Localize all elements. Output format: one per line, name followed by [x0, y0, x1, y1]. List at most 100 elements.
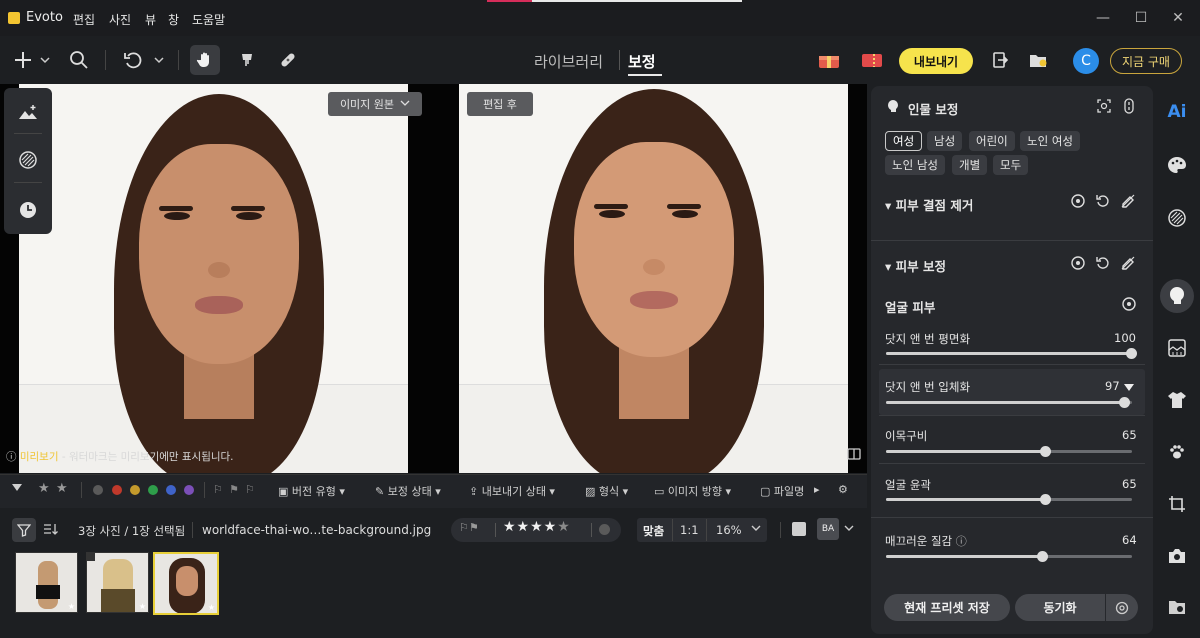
flag-clear-icon[interactable]: ⚐: [245, 483, 255, 496]
background-grid-icon[interactable]: [1164, 335, 1190, 361]
hand-tool-icon[interactable]: [190, 45, 220, 75]
slider-flatten-dodge-burn[interactable]: [886, 348, 1137, 359]
before-image-dropdown[interactable]: 이미지 원본: [328, 92, 422, 116]
single-view-icon[interactable]: [792, 522, 806, 536]
camera-icon[interactable]: [1164, 543, 1190, 569]
filter-settings-icon[interactable]: ⚙: [838, 483, 848, 496]
sort-icon[interactable]: [43, 522, 59, 540]
minimize-button[interactable]: —: [1088, 8, 1118, 28]
coupon-icon[interactable]: [857, 45, 887, 75]
undo-history-chevron-icon[interactable]: [151, 45, 167, 75]
ai-icon[interactable]: Ai: [1164, 99, 1190, 125]
sync-button[interactable]: 동기화: [1015, 594, 1105, 621]
reset-icon[interactable]: [1095, 255, 1111, 271]
save-preset-button[interactable]: 현재 프리셋 저장: [884, 594, 1010, 621]
thumbnail-3-selected[interactable]: ★: [153, 552, 219, 615]
slider-knob[interactable]: [1040, 446, 1051, 457]
close-button[interactable]: ✕: [1163, 8, 1193, 28]
menu-view[interactable]: 뷰: [145, 11, 156, 28]
format-filter[interactable]: ▨ 형식 ▾: [585, 483, 628, 499]
chevron-down-icon[interactable]: [37, 45, 53, 75]
undo-icon[interactable]: [120, 45, 146, 75]
slider-dimensional-dodge-burn[interactable]: [886, 397, 1132, 408]
color-label-green[interactable]: [148, 485, 158, 495]
chip-female[interactable]: 여성: [885, 131, 923, 151]
menu-photo[interactable]: 사진: [109, 11, 131, 28]
color-label-red[interactable]: [112, 485, 122, 495]
flag-pick-icon[interactable]: ⚐⚑: [459, 521, 479, 534]
chip-individual[interactable]: 개별: [952, 155, 988, 175]
tab-library[interactable]: 라이브러리: [534, 51, 603, 72]
maximize-button[interactable]: ☐: [1126, 8, 1156, 28]
star-rating[interactable]: ★★★★★: [503, 519, 571, 535]
slider-dropdown-icon[interactable]: [1124, 381, 1134, 395]
retouch-status-filter[interactable]: ✎ 보정 상태 ▾: [375, 483, 441, 499]
slider-face-contour[interactable]: [886, 494, 1132, 505]
zoom-chevron-icon[interactable]: [750, 522, 762, 537]
search-icon[interactable]: [66, 45, 92, 75]
export-button[interactable]: 내보내기: [899, 48, 973, 74]
color-label-purple[interactable]: [184, 485, 194, 495]
color-label-indicator[interactable]: [599, 524, 610, 535]
reset-icon[interactable]: [1095, 193, 1111, 209]
compare-view-icon[interactable]: [847, 448, 861, 463]
texture-pattern-icon[interactable]: [16, 148, 40, 172]
chip-elderly-male[interactable]: 노인 남성: [885, 155, 945, 175]
visibility-eye-icon[interactable]: [1070, 193, 1086, 209]
chip-all[interactable]: 모두: [993, 155, 1029, 175]
collapse-triangle-icon[interactable]: [12, 482, 22, 495]
view-mode-chevron-icon[interactable]: [843, 522, 855, 537]
liquify-tool-icon[interactable]: [234, 45, 260, 75]
healing-bandage-icon[interactable]: [275, 45, 301, 75]
visibility-eye-icon[interactable]: [1070, 255, 1086, 271]
portrait-face-icon[interactable]: [1164, 283, 1190, 309]
slider-knob[interactable]: [1040, 494, 1051, 505]
buy-now-button[interactable]: 지금 구매: [1110, 48, 1182, 74]
folder-cloud-icon[interactable]: [1164, 594, 1190, 620]
gift-box-icon[interactable]: [814, 45, 844, 75]
slider-knob[interactable]: [1119, 397, 1130, 408]
help-icon[interactable]: ⓘ: [956, 535, 967, 548]
slider-knob[interactable]: [1037, 551, 1048, 562]
menu-edit[interactable]: 편집: [73, 11, 95, 28]
palette-icon[interactable]: [1164, 152, 1190, 178]
sync-settings-icon[interactable]: [1106, 594, 1138, 621]
color-label-blue[interactable]: [166, 485, 176, 495]
visibility-eye-icon[interactable]: [1121, 296, 1137, 312]
flag-reject-icon[interactable]: ⚑: [229, 483, 239, 496]
section-blemish-removal[interactable]: ▾ 피부 결점 제거: [885, 195, 973, 214]
crop-icon[interactable]: [1164, 491, 1190, 517]
file-filter[interactable]: ▢ 파일명: [760, 483, 806, 499]
slider-smooth-texture[interactable]: [886, 551, 1132, 562]
section-skin-retouch[interactable]: ▾ 피부 보정: [885, 256, 946, 275]
expand-collapse-icon[interactable]: [1121, 98, 1137, 114]
slider-facial-features[interactable]: [886, 446, 1132, 457]
version-type-filter[interactable]: ▣ 버전 유형 ▾: [278, 483, 345, 499]
flag-icon[interactable]: ⚐: [213, 483, 223, 496]
color-label-yellow[interactable]: [130, 485, 140, 495]
zoom-1to1-button[interactable]: 1:1: [680, 523, 699, 537]
add-icon[interactable]: [10, 45, 36, 75]
thumbnail-1[interactable]: ★: [15, 552, 78, 613]
tab-retouch[interactable]: 보정: [628, 51, 656, 72]
exit-panel-icon[interactable]: [987, 45, 1013, 75]
face-detect-icon[interactable]: [1096, 98, 1112, 114]
eraser-icon[interactable]: [1120, 255, 1136, 271]
chip-elderly-female[interactable]: 노인 여성: [1020, 131, 1080, 151]
eraser-icon[interactable]: [1120, 193, 1136, 209]
color-label-gray[interactable]: [93, 485, 103, 495]
thumbnail-2[interactable]: ★: [86, 552, 149, 613]
chip-male[interactable]: 남성: [927, 131, 963, 151]
texture-pattern-icon[interactable]: [1164, 205, 1190, 231]
user-avatar[interactable]: C: [1073, 48, 1099, 74]
before-after-view-icon[interactable]: BA: [817, 518, 839, 540]
clothing-shirt-icon[interactable]: [1164, 387, 1190, 413]
menu-window[interactable]: 창: [168, 11, 179, 28]
export-status-filter[interactable]: ⇪ 내보내기 상태 ▾: [469, 483, 555, 499]
star-filter-icon[interactable]: ★: [38, 481, 50, 496]
scroll-right-icon[interactable]: ▸: [814, 483, 820, 496]
paw-icon[interactable]: [1164, 439, 1190, 465]
zoom-fit-button[interactable]: 맞춤: [643, 523, 664, 539]
menu-help[interactable]: 도움말: [192, 11, 225, 28]
orientation-filter[interactable]: ▭ 이미지 방향 ▾: [654, 483, 731, 499]
